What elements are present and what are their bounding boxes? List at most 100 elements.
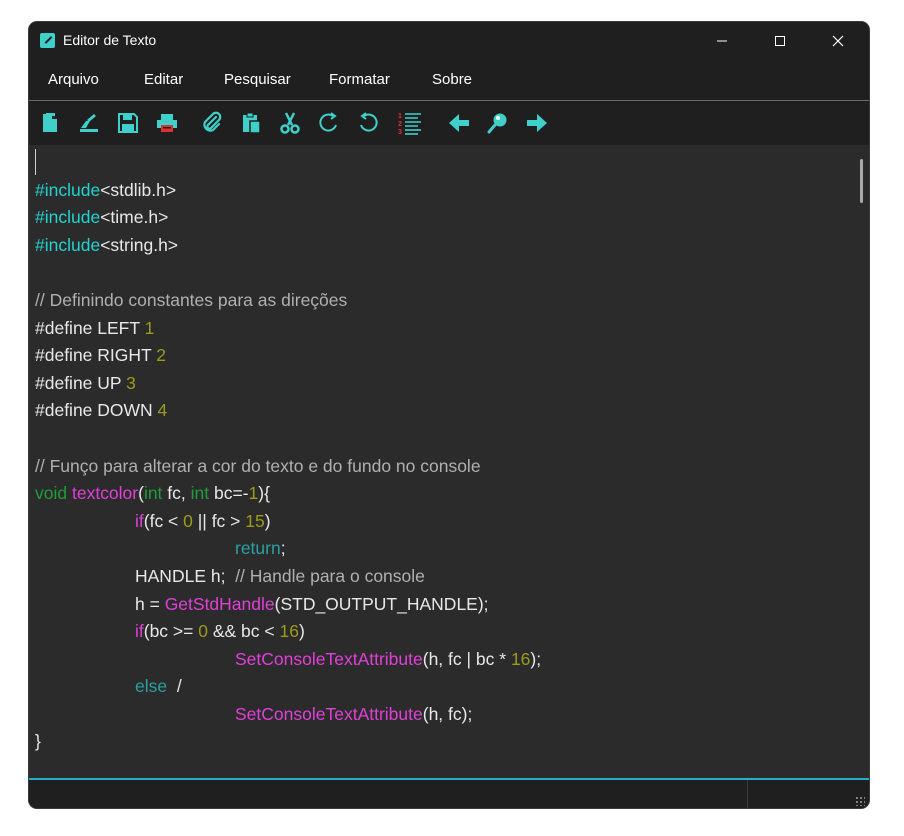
code-token: 4 — [157, 400, 168, 421]
menu-bar: Arquivo Editar Pesquisar Formatar Sobre — [29, 60, 869, 101]
maximize-icon — [775, 36, 785, 46]
code-token: int — [143, 483, 163, 504]
resize-grip-icon[interactable] — [855, 796, 865, 806]
code-token: ) — [298, 621, 305, 642]
undo-button[interactable] — [356, 111, 380, 135]
code-token: // Definindo constantes para as direções — [35, 289, 348, 310]
arrow-left-icon — [449, 114, 469, 132]
code-line: if(bc >= 0 && bc < 16) — [35, 618, 541, 646]
code-token: <string.h> — [100, 234, 179, 255]
code-token: SetConsoleTextAttribute — [235, 703, 423, 724]
menu-sobre[interactable]: Sobre — [432, 71, 472, 88]
code-token: #define DOWN — [35, 400, 158, 421]
code-token: 2 — [156, 345, 166, 366]
redo-icon — [319, 112, 337, 132]
code-token: 1 — [248, 483, 259, 504]
code-token: return — [235, 538, 281, 559]
code-token: #define LEFT — [35, 317, 145, 338]
text-editor[interactable]: #include<stdlib.h> #include<time.h> #inclu… — [29, 145, 869, 778]
code-token: (STD_OUTPUT_HANDLE); — [274, 593, 489, 614]
search-icon — [487, 113, 507, 134]
code-token: 1 — [144, 317, 155, 338]
minimize-icon — [717, 40, 727, 42]
status-divider — [747, 780, 748, 808]
code-token: #define UP — [35, 372, 127, 393]
minimize-button[interactable] — [693, 22, 751, 60]
attach-button[interactable] — [200, 111, 224, 135]
svg-text:3: 3 — [398, 129, 402, 135]
code-token: HANDLE h; — [35, 565, 236, 586]
code-line: #include<time.h> — [35, 204, 541, 232]
code-line: void textcolor(int fc, int bc=-1){ — [35, 480, 541, 508]
code-token: bc=- — [209, 483, 249, 504]
previous-button[interactable] — [447, 111, 471, 135]
code-token: if — [135, 510, 144, 531]
code-token: 16 — [279, 621, 299, 642]
cut-button[interactable] — [278, 111, 302, 135]
code-line: return; — [35, 535, 541, 563]
code-token: void — [35, 483, 72, 504]
code-content[interactable]: #include<stdlib.h> #include<time.h> #inclu… — [35, 149, 541, 756]
code-token: #include — [35, 234, 101, 255]
app-edit-icon — [40, 33, 55, 48]
menu-formatar[interactable]: Formatar — [329, 71, 390, 88]
code-token: (h, fc | bc * — [422, 648, 511, 669]
code-token: else — [135, 676, 168, 697]
code-line: else / — [35, 673, 541, 701]
code-token: textcolor — [71, 483, 139, 504]
menu-pesquisar[interactable]: Pesquisar — [224, 71, 291, 88]
next-button[interactable] — [525, 111, 549, 135]
print-icon — [157, 114, 177, 132]
code-line: #define UP 3 — [35, 370, 541, 398]
code-line: h = GetStdHandle(STD_OUTPUT_HANDLE); — [35, 591, 541, 619]
code-token: (h, fc); — [422, 703, 473, 724]
code-line: #define LEFT 1 — [35, 315, 541, 343]
code-token: <time.h> — [100, 207, 169, 228]
vertical-scrollbar[interactable] — [860, 159, 863, 203]
arrow-right-icon — [527, 114, 547, 132]
code-line: if(fc < 0 || fc > 15) — [35, 508, 541, 536]
code-token: 0 — [183, 510, 193, 531]
code-line: #include<string.h> — [35, 232, 541, 260]
window-title: Editor de Texto — [63, 32, 157, 48]
code-line: #define RIGHT 2 — [35, 342, 541, 370]
save-button[interactable] — [116, 111, 140, 135]
code-token: int — [190, 483, 210, 504]
code-token: SetConsoleTextAttribute — [235, 648, 423, 669]
line-numbers-button[interactable]: 123 — [398, 111, 422, 135]
code-line: // Funço para alterar a cor do texto e d… — [35, 453, 541, 481]
svg-text:1: 1 — [398, 113, 402, 120]
print-button[interactable] — [155, 111, 179, 135]
code-token: ; — [280, 538, 286, 559]
open-file-button[interactable] — [77, 111, 101, 135]
new-file-button[interactable] — [38, 111, 62, 135]
line-numbers-icon: 123 — [398, 113, 421, 135]
status-bar — [29, 778, 869, 808]
maximize-button[interactable] — [751, 22, 809, 60]
code-line: SetConsoleTextAttribute(h, fc | bc * 16)… — [35, 646, 541, 674]
code-token: } — [35, 731, 41, 752]
code-token: (bc >= — [143, 621, 199, 642]
toolbar: 123 — [29, 101, 869, 145]
menu-arquivo[interactable]: Arquivo — [48, 71, 99, 88]
code-token: 16 — [510, 648, 531, 669]
search-button[interactable] — [486, 111, 510, 135]
menu-editar[interactable]: Editar — [144, 71, 183, 88]
code-line: SetConsoleTextAttribute(h, fc); — [35, 701, 541, 729]
cut-icon — [280, 112, 300, 134]
redo-button[interactable] — [317, 111, 341, 135]
paste-button[interactable] — [239, 111, 263, 135]
paste-icon — [243, 112, 261, 134]
code-token: if — [135, 621, 144, 642]
code-token: && bc < — [207, 621, 280, 642]
title-bar[interactable]: Editor de Texto — [29, 22, 869, 60]
code-line: } — [35, 728, 541, 756]
close-button[interactable] — [809, 22, 867, 60]
